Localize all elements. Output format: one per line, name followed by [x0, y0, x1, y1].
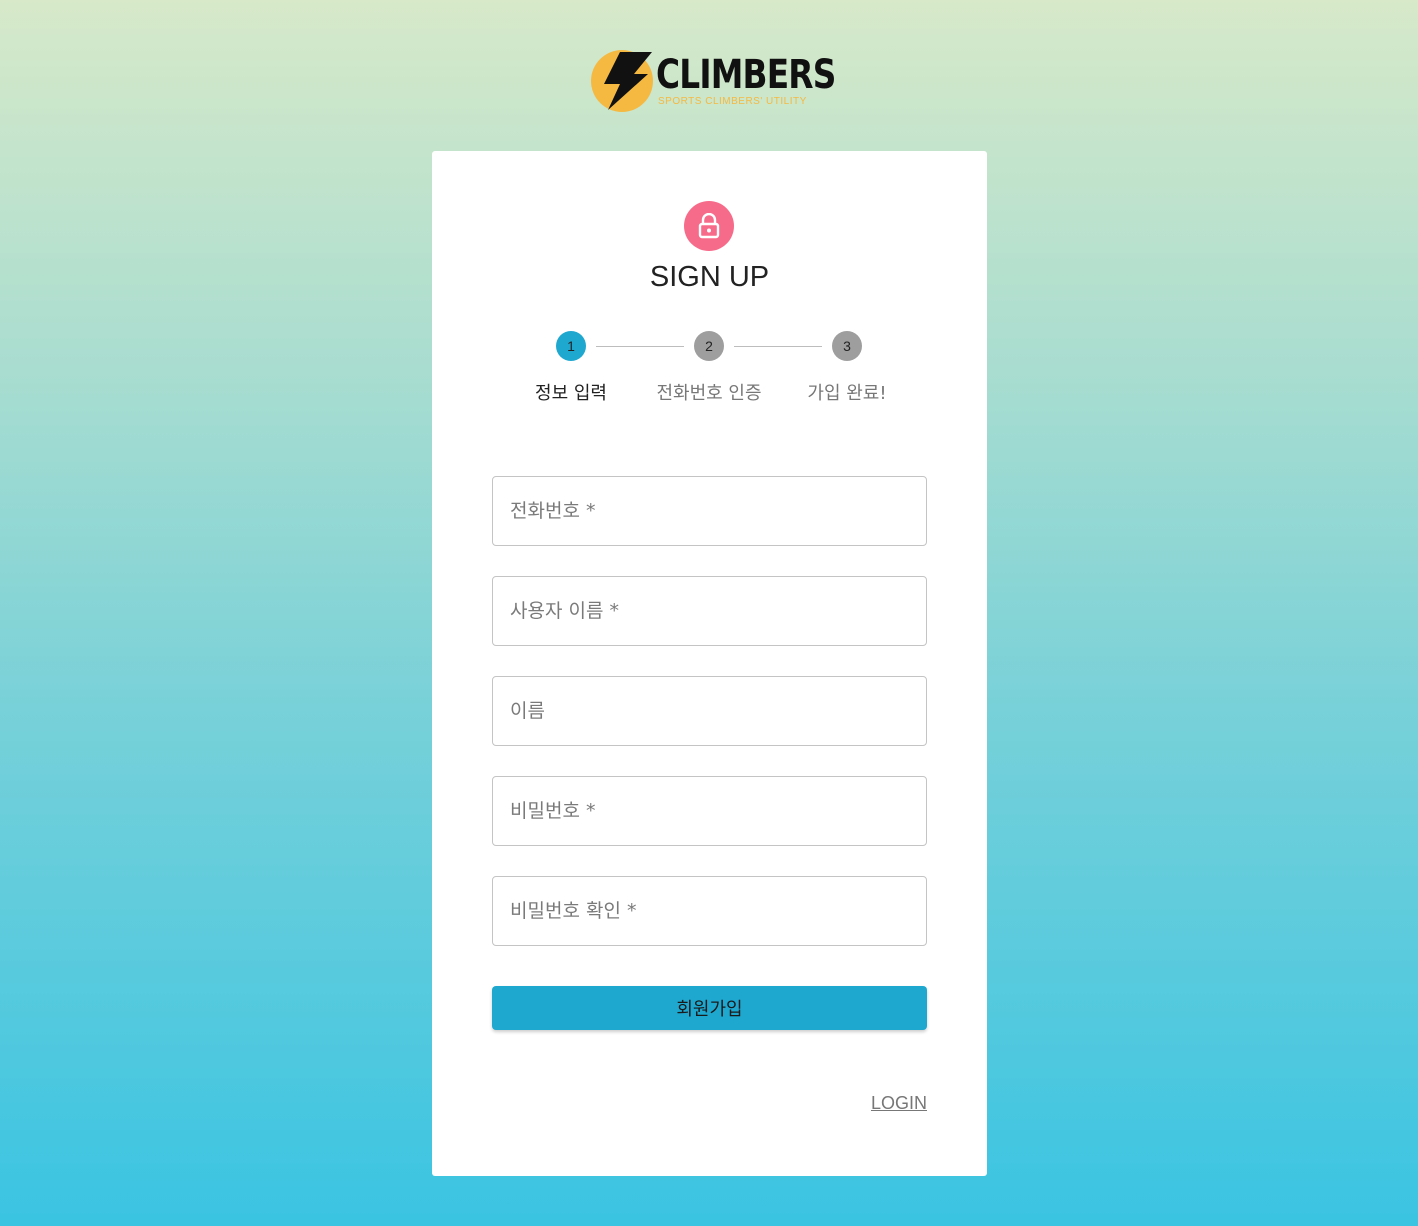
password-field[interactable]	[492, 776, 927, 846]
brand-name: CLIMBERS	[656, 52, 836, 98]
step-connector	[734, 346, 822, 347]
lightning-bolt-logo-icon	[591, 50, 653, 112]
login-link[interactable]: LOGIN	[871, 1093, 927, 1114]
step-3-label: 가입 완료!	[807, 383, 887, 404]
step-2-indicator: 2	[694, 331, 724, 361]
password-confirm-input[interactable]	[493, 877, 926, 945]
page-title: SIGN UP	[649, 261, 770, 293]
lock-icon	[698, 213, 720, 239]
step-2-label: 전화번호 인증	[656, 383, 762, 404]
password-confirm-field[interactable]	[492, 876, 927, 946]
username-input[interactable]	[493, 577, 926, 645]
name-input[interactable]	[493, 677, 926, 745]
step-1-label: 정보 입력	[535, 383, 607, 404]
brand-logo: CLIMBERS SPORTS CLIMBERS' UTILITY	[590, 50, 840, 114]
phone-field[interactable]	[492, 476, 927, 546]
step-3-indicator: 3	[832, 331, 862, 361]
username-field[interactable]	[492, 576, 927, 646]
brand-tagline: SPORTS CLIMBERS' UTILITY	[658, 96, 807, 107]
name-field[interactable]	[492, 676, 927, 746]
step-connector	[596, 346, 684, 347]
signup-card: SIGN UP 1 2 3 정보 입력 전화번호 인증 가입 완료! 회원가입 …	[432, 151, 987, 1176]
phone-input[interactable]	[493, 477, 926, 545]
password-input[interactable]	[493, 777, 926, 845]
step-1-indicator: 1	[556, 331, 586, 361]
lock-avatar	[684, 201, 734, 251]
signup-button[interactable]: 회원가입	[492, 986, 927, 1030]
signup-stepper: 1 2 3 정보 입력 전화번호 인증 가입 완료!	[432, 331, 987, 411]
